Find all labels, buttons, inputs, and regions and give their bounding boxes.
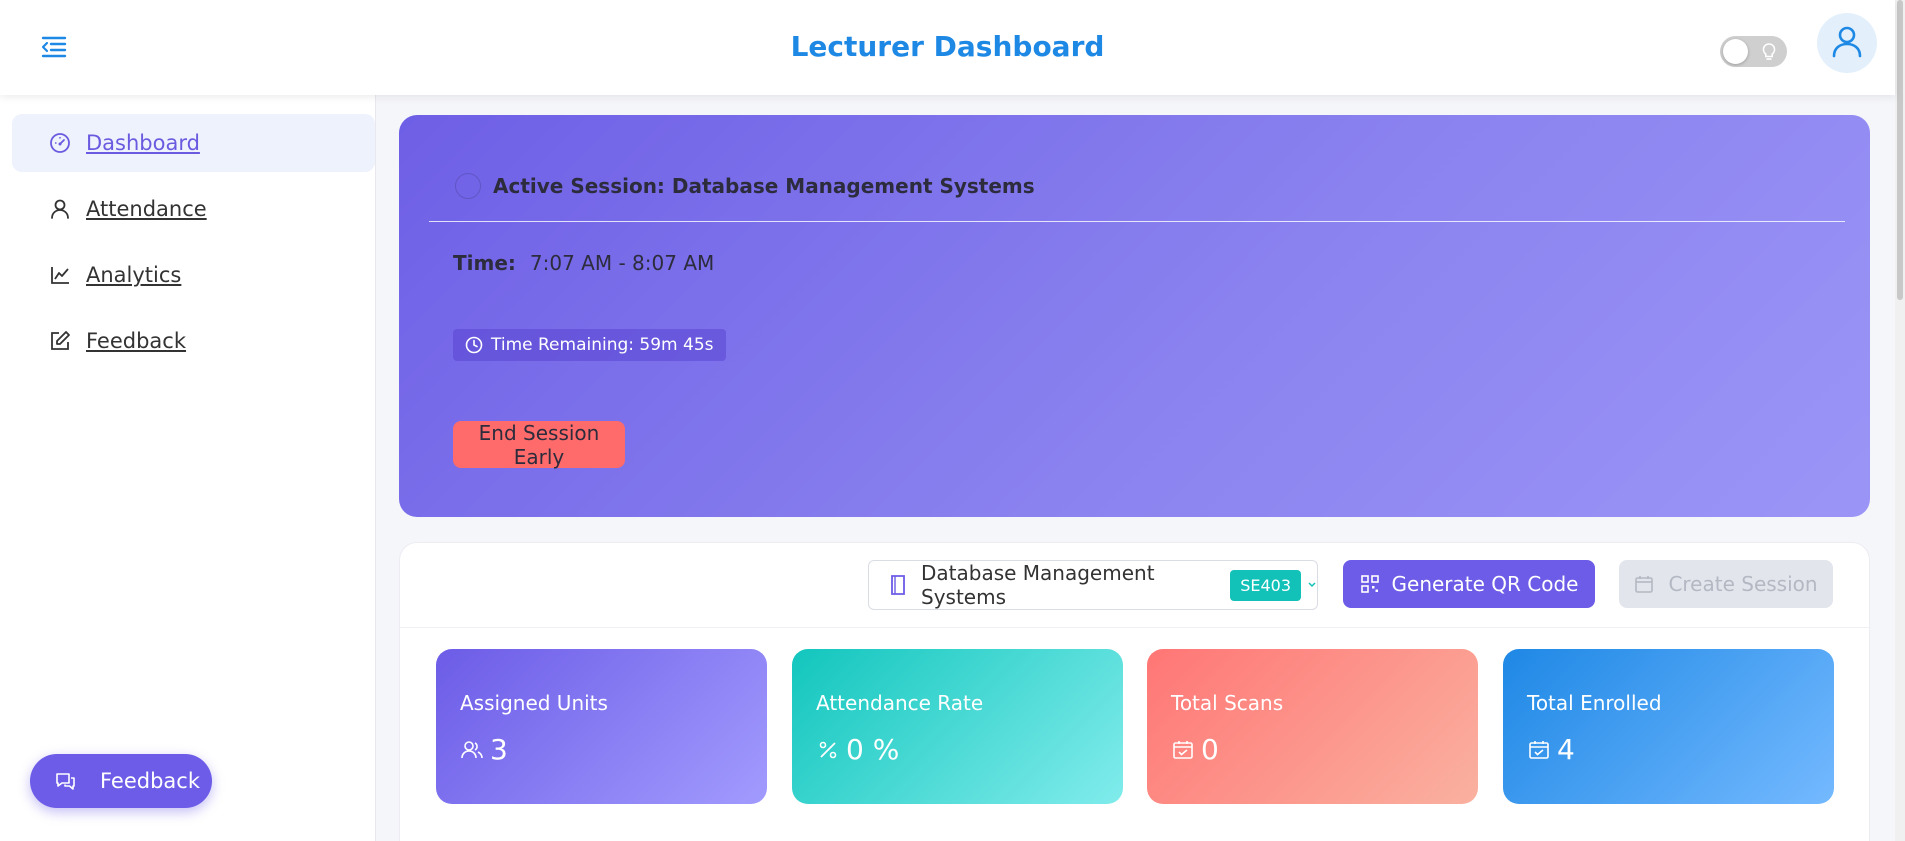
- top-header: Lecturer Dashboard: [0, 0, 1895, 95]
- user-icon: [1829, 23, 1865, 63]
- stat-card-total-scans: Total Scans 0: [1147, 649, 1478, 804]
- avatar[interactable]: [1817, 13, 1877, 73]
- qr-code-icon: [1360, 574, 1380, 594]
- end-session-button[interactable]: End Session Early: [453, 421, 625, 469]
- line-chart-icon: [48, 263, 72, 287]
- session-title: Active Session: Database Management Syst…: [493, 174, 1035, 198]
- stat-label: Assigned Units: [460, 691, 608, 715]
- stat-number: 3: [490, 733, 508, 766]
- feedback-button[interactable]: Feedback: [30, 754, 212, 808]
- stat-card-attendance-rate: Attendance Rate 0 %: [792, 649, 1123, 804]
- sidebar-item-label: Dashboard: [86, 131, 200, 155]
- info-icon: [455, 173, 481, 199]
- stat-label: Attendance Rate: [816, 691, 984, 715]
- sidebar-item-attendance[interactable]: Attendance: [12, 180, 375, 238]
- sidebar-item-label: Analytics: [86, 263, 182, 287]
- chevron-down-icon: [1307, 580, 1317, 590]
- scrollbar[interactable]: [1895, 0, 1905, 841]
- unit-code-badge: SE403: [1230, 569, 1301, 601]
- sidebar-item-dashboard[interactable]: Dashboard: [12, 114, 375, 172]
- stat-label: Total Scans: [1171, 691, 1284, 715]
- stat-value: 3: [460, 733, 508, 766]
- unit-select-value: Database Management Systems: [921, 561, 1155, 609]
- session-time: Time: 7:07 AM - 8:07 AM: [453, 251, 714, 275]
- chat-icon: [54, 771, 76, 791]
- stat-number: 0 %: [846, 733, 900, 766]
- stat-card-assigned-units: Assigned Units 3: [436, 649, 767, 804]
- lightbulb-icon: [1761, 42, 1777, 66]
- toggle-knob: [1723, 39, 1748, 64]
- feedback-label: Feedback: [100, 769, 201, 793]
- dashboard-panel: Database Management Systems SE403 Genera…: [399, 542, 1871, 841]
- stat-value: 0: [1171, 733, 1219, 766]
- stat-label: Total Enrolled: [1527, 691, 1662, 715]
- stat-value: 4: [1527, 733, 1575, 766]
- active-session-card: Active Session: Database Management Syst…: [399, 115, 1870, 517]
- sidebar-item-analytics[interactable]: Analytics: [12, 246, 375, 304]
- stat-value: 0 %: [816, 733, 899, 766]
- dashboard-gauge-icon: [48, 131, 72, 155]
- stat-number: 4: [1557, 733, 1575, 766]
- page-title: Lecturer Dashboard: [790, 30, 1105, 63]
- generate-qr-button[interactable]: Generate QR Code: [1343, 560, 1595, 608]
- sidebar-item-label: Feedback: [86, 329, 187, 353]
- calendar-check-icon: [1527, 738, 1551, 762]
- theme-toggle[interactable]: [1720, 36, 1787, 67]
- time-label: Time:: [453, 251, 516, 275]
- user-icon: [48, 197, 72, 221]
- percent-icon: [816, 738, 840, 762]
- scrollbar-thumb[interactable]: [1897, 0, 1903, 300]
- sidebar-item-label: Attendance: [86, 197, 207, 221]
- time-remaining-badge: Time Remaining: 59m 45s: [453, 329, 726, 361]
- panel-toolbar: Database Management Systems SE403 Genera…: [400, 543, 1871, 628]
- time-remaining-text: Time Remaining: 59m 45s: [491, 335, 714, 355]
- calendar-icon: [1634, 574, 1654, 594]
- time-value: 7:07 AM - 8:07 AM: [529, 251, 715, 275]
- create-session-button[interactable]: Create Session: [1619, 560, 1833, 608]
- session-header: Active Session: Database Management Syst…: [429, 169, 1035, 203]
- generate-qr-label: Generate QR Code: [1391, 572, 1579, 596]
- sidebar: Dashboard Attendance Analytics Feedback: [0, 95, 376, 841]
- calendar-check-icon: [1171, 738, 1195, 762]
- stat-card-total-enrolled: Total Enrolled 4: [1503, 649, 1834, 804]
- create-session-label: Create Session: [1668, 572, 1818, 596]
- stat-number: 0: [1201, 733, 1219, 766]
- book-icon: [889, 574, 907, 596]
- unit-select[interactable]: Database Management Systems SE403: [868, 560, 1318, 610]
- divider: [429, 221, 1845, 222]
- sidebar-item-feedback[interactable]: Feedback: [12, 312, 375, 370]
- clock-icon: [465, 336, 483, 354]
- users-icon: [460, 738, 484, 762]
- edit-icon: [48, 329, 72, 353]
